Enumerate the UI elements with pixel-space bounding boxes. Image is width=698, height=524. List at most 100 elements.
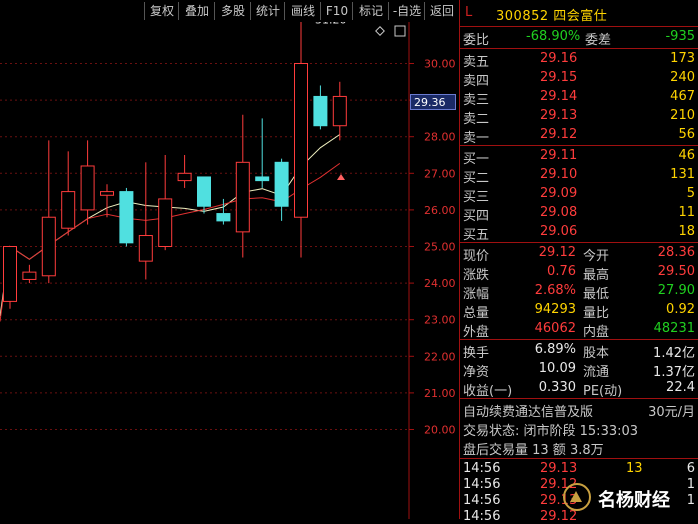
bid-row[interactable]: 买一 29.11 46 [460, 147, 698, 167]
toolbar-draw-line-button[interactable]: 画线 [284, 2, 321, 20]
y-tick-label: 26.00 [424, 204, 456, 217]
ask-label: 卖五 [463, 55, 490, 70]
stat-label: 内盘 [583, 325, 610, 340]
ask-price: 29.13 [540, 108, 578, 123]
candle-body [80, 165, 95, 211]
stat-value: 29.50 [657, 264, 695, 279]
toolbar-restore-rights-button[interactable]: 复权 [144, 2, 179, 20]
divider [460, 458, 698, 459]
candle-body [3, 246, 17, 302]
fin-label: PE(动) [583, 384, 623, 399]
chart-toolbar: 复权 叠加 多股 统计 画线 F10 标记 -自选 返回 [0, 0, 459, 22]
toolbar-multi-stock-button[interactable]: 多股 [214, 2, 251, 20]
bid-price: 29.08 [540, 205, 578, 220]
y-tick-label: 22.00 [424, 350, 456, 363]
candle-body [158, 198, 173, 247]
bid-row[interactable]: 买三 29.09 5 [460, 185, 698, 205]
stat-label: 外盘 [463, 325, 490, 340]
stat-value: 2.68% [534, 283, 576, 298]
candle-body [313, 95, 328, 127]
ask-row[interactable]: 卖一 29.12 56 [460, 126, 698, 146]
toolbar-statistics-button[interactable]: 统计 [250, 2, 285, 20]
quote-panel: L 300852 四会富仕 委比 -68.90% 委差 -935 卖五 29.1… [459, 0, 698, 524]
ask-row[interactable]: 卖二 29.13 210 [460, 107, 698, 127]
fin-value: 22.4 [666, 380, 695, 395]
fin-value: 6.89% [534, 342, 576, 357]
toolbar-back-button[interactable]: 返回 [424, 2, 459, 20]
fin-value: 1.42亿 [653, 346, 695, 361]
watermark-logo-icon [563, 483, 591, 511]
high-marker-label: 31.20 [315, 22, 347, 27]
chart-gridlines [0, 63, 409, 430]
candle-body [235, 161, 250, 233]
tick-time: 14:56 [463, 477, 501, 492]
divider [460, 145, 698, 146]
tick-row: 14:56 29.13 13 6 [460, 460, 698, 476]
stat-label: 涨幅 [463, 287, 490, 302]
ask-volume: 210 [670, 108, 695, 123]
y-tick-label: 24.00 [424, 277, 456, 290]
stat-label: 今开 [583, 249, 610, 264]
bid-row[interactable]: 买四 29.08 11 [460, 204, 698, 224]
stat-label: 涨跌 [463, 268, 490, 283]
candle-body [177, 172, 192, 182]
stat-value: 46062 [534, 321, 576, 336]
fin-row: 收益(一) 0.330 PE(动) 22.4 [460, 379, 698, 399]
promo-price[interactable]: 30元/月 [648, 401, 695, 420]
ask-volume: 240 [670, 70, 695, 85]
ask-row[interactable]: 卖五 29.16 173 [460, 50, 698, 70]
stat-row: 外盘 46062 内盘 48231 [460, 320, 698, 340]
bid-price: 29.11 [540, 148, 578, 163]
bid-row[interactable]: 买二 29.10 131 [460, 166, 698, 186]
weibi-value: -68.90% [526, 29, 581, 44]
weicha-label: 委差 [585, 33, 612, 48]
stat-value: 29.12 [538, 245, 576, 260]
toolbar-f10-button[interactable]: F10 [320, 2, 353, 20]
toolbar-self-select-button[interactable]: -自选 [388, 2, 425, 20]
weicha-value: -935 [665, 29, 695, 44]
promo-row[interactable]: 自动续费通达信普及版 30元/月 [460, 400, 698, 420]
candle-body [294, 63, 308, 218]
stat-value: 48231 [653, 321, 695, 336]
stock-header: L 300852 四会富仕 [460, 0, 698, 27]
tick-count: 6 [686, 461, 695, 476]
bid-row[interactable]: 买五 29.06 18 [460, 223, 698, 243]
stat-label: 最低 [583, 287, 610, 302]
candle-body [22, 271, 37, 280]
tick-time: 14:56 [463, 493, 501, 508]
divider [460, 398, 698, 399]
y-tick-label: 25.00 [424, 241, 456, 254]
bid-label: 买一 [463, 152, 490, 167]
stat-label: 量比 [583, 306, 610, 321]
ask-price: 29.16 [540, 51, 578, 66]
ask-row[interactable]: 卖三 29.14 467 [460, 88, 698, 108]
promo-text[interactable]: 自动续费通达信普及版 [463, 401, 593, 420]
ask-row[interactable]: 卖四 29.15 240 [460, 69, 698, 89]
stat-label: 现价 [463, 249, 490, 264]
bid-volume: 11 [678, 205, 695, 220]
y-tick-label: 27.00 [424, 167, 456, 180]
toolbar-overlay-button[interactable]: 叠加 [178, 2, 215, 20]
candlestick-chart[interactable]: 30.0029.0028.0027.0026.0025.0024.0023.00… [0, 22, 459, 519]
ask-label: 卖三 [463, 93, 490, 108]
stat-row: 涨幅 2.68% 最低 27.90 [460, 282, 698, 302]
stat-label: 最高 [583, 268, 610, 283]
stock-code-name[interactable]: 300852 四会富仕 [496, 5, 607, 24]
stat-value: 94293 [534, 302, 576, 317]
bid-volume: 46 [678, 148, 695, 163]
expand-icon [394, 25, 406, 37]
candles [3, 22, 347, 309]
candle-body [41, 216, 56, 277]
y-tick-label: 20.00 [424, 424, 456, 437]
trade-status-row: 交易状态: 闭市阶段 15:33:03 [460, 419, 698, 439]
bid-label: 买五 [463, 228, 490, 243]
bid-price: 29.09 [540, 186, 578, 201]
y-tick-label: 21.00 [424, 387, 456, 400]
stat-row: 总量 94293 量比 0.92 [460, 301, 698, 321]
current-price-tag: 29.36 [410, 94, 456, 110]
ask-label: 卖一 [463, 131, 490, 146]
fin-value: 0.330 [538, 380, 576, 395]
candle-body [332, 95, 347, 127]
toolbar-mark-button[interactable]: 标记 [352, 2, 389, 20]
stat-label: 总量 [463, 306, 490, 321]
